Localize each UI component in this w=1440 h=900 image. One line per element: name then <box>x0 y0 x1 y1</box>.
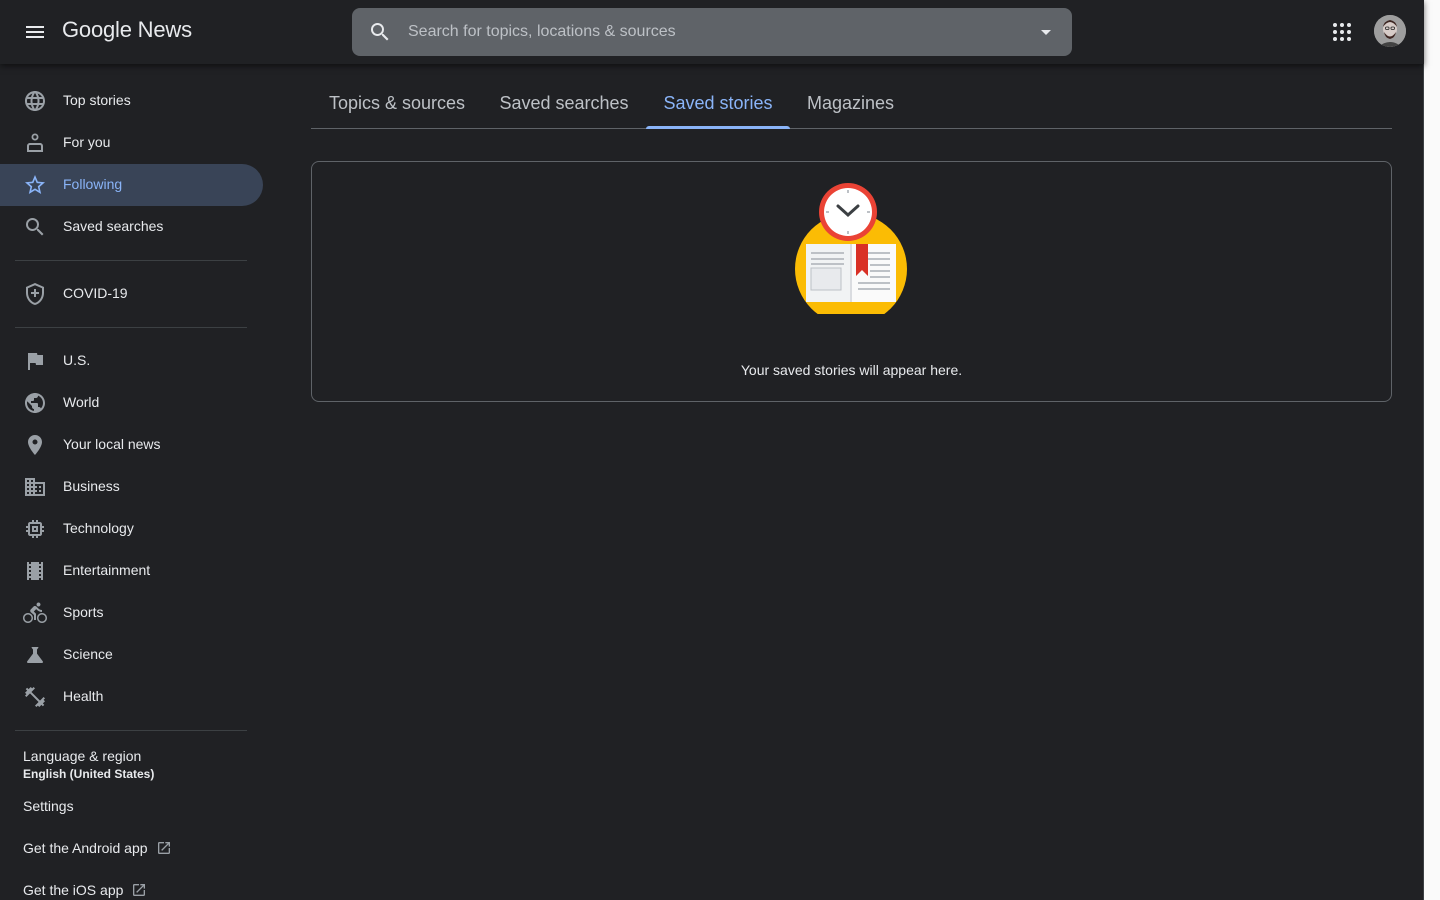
sidebar-item-label: Business <box>63 478 120 494</box>
sidebar-item-world[interactable]: World <box>0 382 263 424</box>
sidebar-item-technology[interactable]: Technology <box>0 508 263 550</box>
tab-label: Saved searches <box>499 92 629 113</box>
sidebar-item-covid-19[interactable]: COVID-19 <box>0 273 263 315</box>
google-news-logo[interactable]: Google News <box>62 17 192 43</box>
sidebar-item-label: Top stories <box>63 92 131 108</box>
sidebar-item-label: Saved searches <box>63 218 164 234</box>
android-app-link[interactable]: Get the Android app <box>23 840 172 856</box>
bicycle-icon <box>23 602 47 623</box>
film-icon <box>27 562 43 580</box>
tab-saved-searches[interactable]: Saved searches <box>483 78 645 128</box>
empty-state-message: Your saved stories will appear here. <box>740 362 963 378</box>
person-icon <box>27 133 43 152</box>
sidebar-item-label: Sports <box>63 604 104 620</box>
sidebar-item-label: Following <box>63 176 123 192</box>
building-icon <box>25 478 45 496</box>
sidebar-item-label: Science <box>63 646 113 662</box>
sidebar-item-label: For you <box>63 134 111 150</box>
sidebar-item-label: Technology <box>63 520 134 536</box>
star-icon <box>25 175 45 194</box>
world-icon <box>25 393 45 413</box>
sidebar-item-for-you[interactable]: For you <box>0 122 263 164</box>
search-icon <box>26 218 44 236</box>
sidebar-item-following[interactable]: Following <box>0 164 263 206</box>
sidebar-item-top-stories[interactable]: Top stories <box>0 80 263 122</box>
saved-stories-empty-card: Your saved stories will appear here. <box>311 161 1392 402</box>
globe-icon <box>25 91 45 111</box>
sidebar-item-label: World <box>63 394 100 410</box>
sidebar-item-business[interactable]: Business <box>0 466 263 508</box>
tab-label: Saved stories <box>663 92 773 113</box>
sidebar-item-us[interactable]: U.S. <box>0 340 263 382</box>
language-region-link[interactable]: Language & region <box>23 748 141 764</box>
search-dropdown-arrow-icon[interactable] <box>1034 20 1058 44</box>
tab-label: Topics & sources <box>328 92 466 113</box>
android-app-label: Get the Android app <box>23 840 148 856</box>
scrollbar-track[interactable] <box>1424 0 1440 900</box>
hamburger-menu-icon <box>26 26 44 38</box>
sidebar-divider <box>15 730 247 731</box>
tab-magazines[interactable]: Magazines <box>790 78 911 128</box>
external-link-icon <box>157 842 170 854</box>
account-avatar[interactable] <box>1374 15 1406 47</box>
sidebar-item-health[interactable]: Health <box>0 676 263 718</box>
saved-stories-illustration <box>795 183 907 314</box>
following-tabs: Topics & sources Saved searches Saved st… <box>311 78 1392 129</box>
sidebar-item-saved-searches[interactable]: Saved searches <box>0 206 263 248</box>
location-pin-icon <box>28 435 42 455</box>
ios-app-label: Get the iOS app <box>23 882 124 898</box>
sidebar-item-sports[interactable]: Sports <box>0 592 263 634</box>
sidebar-item-entertainment[interactable]: Entertainment <box>0 550 263 592</box>
search-input[interactable] <box>408 8 1018 56</box>
ios-app-link[interactable]: Get the iOS app <box>23 882 147 898</box>
flask-icon <box>27 647 43 663</box>
settings-label: Settings <box>23 798 74 814</box>
tab-topics-sources[interactable]: Topics & sources <box>311 78 483 128</box>
logo-google-text: Google <box>62 17 132 42</box>
sidebar-divider <box>15 260 247 261</box>
language-region-label: Language & region <box>23 748 142 764</box>
sidebar-item-label: Your local news <box>63 436 161 452</box>
chip-icon <box>26 520 44 538</box>
external-link-icon <box>133 884 146 896</box>
main-menu-button[interactable] <box>15 12 55 52</box>
sidebar-item-label: U.S. <box>63 352 91 368</box>
dumbbell-icon <box>25 687 45 707</box>
tab-label: Magazines <box>806 92 895 113</box>
top-app-bar: Google News <box>0 0 1424 64</box>
sidebar-divider <box>15 327 247 328</box>
tab-saved-stories[interactable]: Saved stories <box>646 78 790 129</box>
sidebar-navigation: Top stories For you Following Saved sear… <box>0 64 264 900</box>
sidebar-item-local-news[interactable]: Your local news <box>0 424 263 466</box>
search-icon[interactable] <box>368 20 392 44</box>
user-photo-icon <box>1374 15 1406 47</box>
language-region-value: English (United States) <box>23 767 155 781</box>
flag-icon <box>28 353 43 370</box>
sidebar-item-science[interactable]: Science <box>0 634 263 676</box>
sidebar-item-label: Health <box>63 688 104 704</box>
search-bar <box>352 8 1072 56</box>
google-apps-icon[interactable] <box>1330 20 1354 44</box>
shield-plus-icon <box>26 283 44 305</box>
settings-link[interactable]: Settings <box>23 798 74 814</box>
sidebar-item-label: COVID-19 <box>63 285 128 301</box>
logo-news-text: News <box>137 17 192 42</box>
sidebar-item-label: Entertainment <box>63 562 151 578</box>
